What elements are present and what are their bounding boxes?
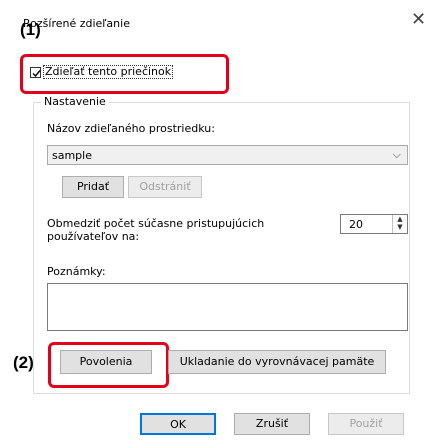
user-limit-label: Obmedziť počet súčasne pristupujúcich po… bbox=[47, 217, 265, 243]
callout-number-2: (2) bbox=[13, 353, 34, 372]
add-button[interactable]: Pridať bbox=[62, 176, 124, 198]
user-limit-spinner[interactable]: 20 ▲ ▼ bbox=[340, 214, 408, 234]
remove-button[interactable]: Odstrániť bbox=[128, 176, 202, 198]
cancel-button[interactable]: Zrušiť bbox=[234, 413, 310, 435]
apply-button[interactable]: Použiť bbox=[328, 413, 404, 435]
comments-label: Poznámky: bbox=[47, 265, 106, 278]
share-folder-checkbox-row[interactable]: Zdieľať tento priečinok bbox=[30, 65, 174, 79]
share-folder-label: Zdieľať tento priečinok bbox=[43, 65, 174, 79]
user-limit-value: 20 bbox=[349, 218, 363, 231]
callout-number-1: (1) bbox=[20, 20, 41, 39]
chevron-down-icon[interactable]: ⌵ bbox=[393, 148, 401, 162]
spin-up-icon[interactable]: ▲ bbox=[393, 215, 407, 223]
checkmark-icon bbox=[32, 69, 41, 77]
caching-button[interactable]: Ukladanie do vyrovnávacej pamäte bbox=[168, 350, 386, 374]
comments-textarea[interactable] bbox=[47, 283, 408, 331]
share-name-value: sample bbox=[52, 149, 92, 162]
share-folder-checkbox[interactable] bbox=[30, 66, 41, 78]
close-icon[interactable]: ✕ bbox=[411, 11, 426, 29]
settings-group-label: Nastavenie bbox=[41, 95, 109, 108]
permissions-button[interactable]: Povolenia bbox=[60, 350, 152, 374]
share-name-label: Názov zdieľaného prostriedku: bbox=[47, 122, 215, 135]
ok-button[interactable]: OK bbox=[140, 413, 216, 435]
share-name-dropdown[interactable]: sample ⌵ bbox=[47, 145, 408, 165]
spin-down-icon[interactable]: ▼ bbox=[393, 223, 407, 231]
